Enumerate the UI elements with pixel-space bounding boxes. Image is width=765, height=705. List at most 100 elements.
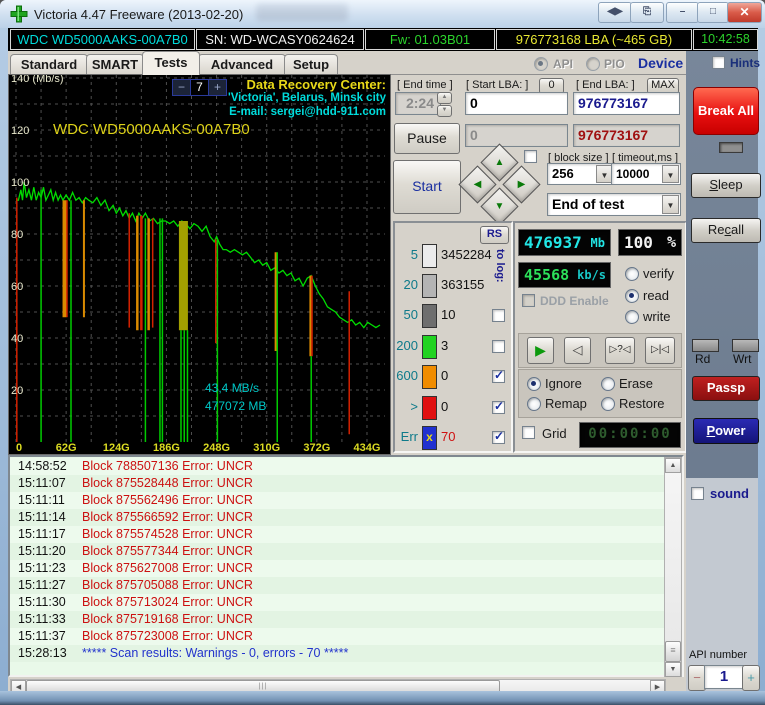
svg-text:124G: 124G <box>103 442 130 452</box>
passp-button[interactable]: Passp <box>692 376 760 401</box>
svg-text:20: 20 <box>11 385 23 397</box>
pause-button[interactable]: Pause <box>394 123 460 154</box>
log-time: 15:11:14 <box>18 510 66 524</box>
scroll-down-icon[interactable]: ▼ <box>665 662 681 677</box>
api-number-value[interactable]: 1 <box>704 665 744 689</box>
write-radio[interactable] <box>625 310 639 324</box>
log-message: Block 875577344 Error: UNCR <box>82 544 253 558</box>
end-time-spin-buttons[interactable]: ▲ ▼ <box>437 92 452 117</box>
end-lba-input[interactable]: 976773167 <box>573 92 680 115</box>
sound-checkbox[interactable] <box>691 487 704 500</box>
log-message: Block 788507136 Error: UNCR <box>82 459 253 473</box>
ddd-enable-checkbox[interactable] <box>522 294 535 307</box>
svg-text:248G: 248G <box>203 442 230 452</box>
close-button[interactable]: ✕ <box>727 2 762 23</box>
ignore-radio[interactable] <box>527 377 541 391</box>
svg-text:0: 0 <box>16 442 22 452</box>
nav-window-button[interactable]: ◀▶ <box>598 2 632 23</box>
read-radio[interactable] <box>625 289 639 303</box>
to-log-label: to log: <box>494 249 506 283</box>
log-row[interactable]: 15:11:14 Block 875566592 Error: UNCR <box>10 509 664 526</box>
tab-setup[interactable]: Setup <box>284 54 338 74</box>
end-time-spinner[interactable]: 2:24 <box>395 92 441 115</box>
pad-checkbox[interactable] <box>524 150 537 163</box>
pin-window-button[interactable]: ⎘ <box>630 2 664 23</box>
log-time: 15:11:11 <box>18 493 65 507</box>
log-row[interactable]: 15:11:37 Block 875723008 Error: UNCR <box>10 628 664 645</box>
restore-radio[interactable] <box>601 397 615 411</box>
sleep-button[interactable]: Sleep <box>691 173 761 198</box>
step-back-button[interactable]: ◁ <box>564 337 591 364</box>
zoom-out-button[interactable]: − <box>173 80 190 95</box>
log-row[interactable]: 14:58:52 Block 788507136 Error: UNCR <box>10 458 664 475</box>
counter-log-checkbox[interactable] <box>492 340 505 353</box>
start-lba-input[interactable]: 0 <box>465 92 568 115</box>
log-row[interactable]: 15:11:20 Block 875577344 Error: UNCR <box>10 543 664 560</box>
power-label: Power <box>706 423 746 438</box>
counter-log-checkbox[interactable] <box>492 309 505 322</box>
log-vscrollbar[interactable]: ▲ ≡ ▼ <box>664 457 682 677</box>
minimize-button[interactable]: – <box>666 2 699 23</box>
api-number-plus-button[interactable]: + <box>742 665 760 691</box>
title-bar: Victoria 4.47 Freeware (2013-02-20) ◀▶ ⎘… <box>0 0 765 28</box>
play-button[interactable]: ▶ <box>527 337 554 364</box>
spin-down-icon[interactable]: ▼ <box>437 105 452 117</box>
app-icon <box>10 5 28 23</box>
banner-title: Data Recovery Center: <box>246 77 386 92</box>
power-button[interactable]: Power <box>693 418 759 444</box>
chevron-down-icon[interactable]: ▼ <box>662 195 679 214</box>
log-time: 15:28:13 <box>18 646 67 660</box>
seek-end-button[interactable]: ▷|◁ <box>645 337 675 364</box>
end-action-select[interactable]: End of test ▼ <box>547 193 681 216</box>
timeout-select[interactable]: 10000 ▼ <box>611 163 681 185</box>
log-message: ***** Scan results: Warnings - 0, errors… <box>82 646 349 660</box>
erase-radio[interactable] <box>601 377 615 391</box>
counter-log-checkbox[interactable] <box>492 429 505 444</box>
vscroll-thumb[interactable]: ≡ <box>665 641 681 662</box>
verify-radio[interactable] <box>625 267 639 281</box>
log-row[interactable]: 15:11:30 Block 875713024 Error: UNCR <box>10 594 664 611</box>
ddd-enable-label: DDD Enable <box>540 294 609 308</box>
log-message: Block 875705088 Error: UNCR <box>82 578 253 592</box>
position-mb-unit: Mb <box>590 236 605 250</box>
recall-button[interactable]: Recall <box>691 218 761 243</box>
api-radio[interactable] <box>534 57 548 71</box>
block-size-select[interactable]: 256 ▼ <box>547 163 615 185</box>
log-row[interactable]: 15:11:17 Block 875574528 Error: UNCR <box>10 526 664 543</box>
hints-label: Hints <box>730 56 760 70</box>
svg-text:434G: 434G <box>354 442 381 452</box>
log-row[interactable]: 15:11:11 Block 875562496 Error: UNCR <box>10 492 664 509</box>
log-row[interactable]: 15:11:07 Block 875528448 Error: UNCR <box>10 475 664 492</box>
log-time: 15:11:07 <box>18 476 66 490</box>
tab-tests[interactable]: Tests <box>142 51 200 75</box>
busy-led <box>719 142 743 153</box>
pio-radio[interactable] <box>586 57 600 71</box>
scan-question-button[interactable]: ▷?◁ <box>605 337 635 364</box>
tab-advanced[interactable]: Advanced <box>198 54 286 74</box>
speed-lcd: 45568 kb/s <box>518 262 611 288</box>
svg-text:372G: 372G <box>303 442 330 452</box>
log-row[interactable]: 15:28:13 ***** Scan results: Warnings - 0… <box>10 645 664 662</box>
maximize-button[interactable]: □ <box>697 2 729 23</box>
tab-smart[interactable]: SMART <box>86 54 144 74</box>
log-time: 15:11:27 <box>18 578 66 592</box>
remap-radio[interactable] <box>527 397 541 411</box>
tab-standard[interactable]: Standard <box>10 54 88 74</box>
spin-up-icon[interactable]: ▲ <box>437 92 452 104</box>
hints-checkbox[interactable] <box>712 56 725 69</box>
counters-panel: RS to log: 5 3452284 20 363155 50 10 200 3 600 0 >… <box>393 221 513 453</box>
start-button[interactable]: Start <box>393 160 461 214</box>
log-row[interactable]: 15:11:23 Block 875627008 Error: UNCR <box>10 560 664 577</box>
counter-log-checkbox[interactable] <box>492 368 505 383</box>
scroll-up-icon[interactable]: ▲ <box>665 458 681 473</box>
log-row[interactable]: 15:11:27 Block 875705088 Error: UNCR <box>10 577 664 594</box>
counter-log-checkbox[interactable] <box>492 399 505 414</box>
chevron-down-icon[interactable]: ▼ <box>662 165 679 183</box>
counter-value: 70 <box>441 429 456 444</box>
log-row[interactable]: 15:11:33 Block 875719168 Error: UNCR <box>10 611 664 628</box>
grid-checkbox[interactable] <box>522 426 535 439</box>
counter-threshold: 50 <box>403 307 418 322</box>
zoom-in-button[interactable]: + <box>209 80 226 95</box>
rs-button[interactable]: RS <box>480 226 509 244</box>
break-all-button[interactable]: Break All <box>693 87 759 135</box>
